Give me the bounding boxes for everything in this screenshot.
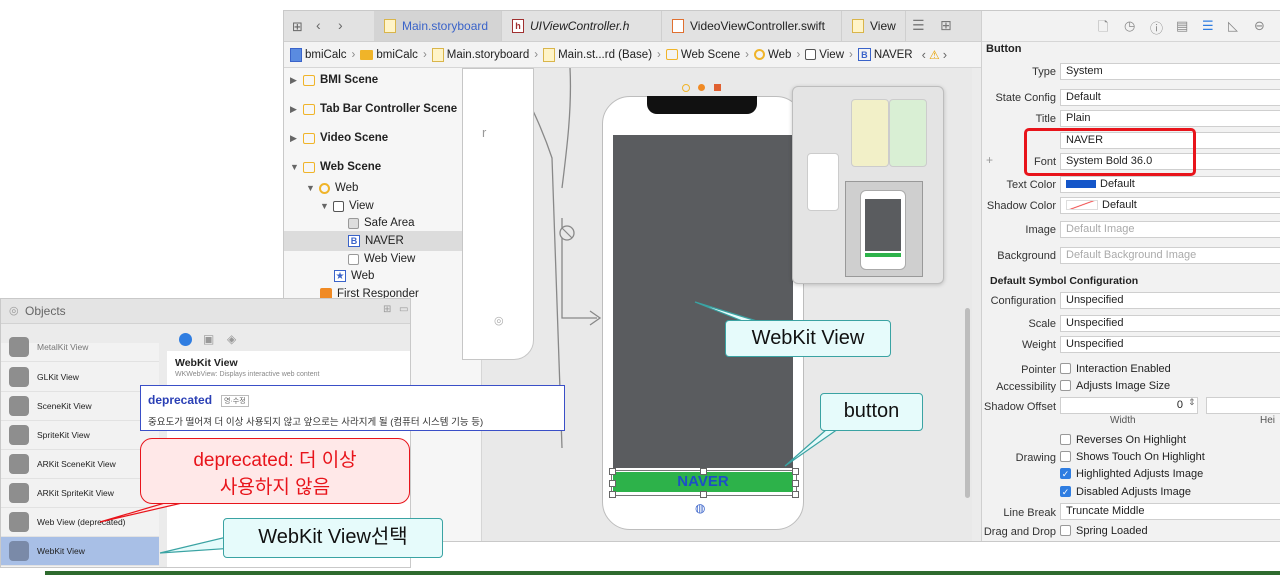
deprecated-callout: deprecated: 더 이상 사용하지 않음 [140, 438, 410, 504]
webkit-select-callout: WebKit View선택 [223, 518, 443, 558]
button-callout: button [820, 393, 923, 431]
footer-divider [45, 571, 1280, 575]
webkit-view-callout: WebKit View [725, 320, 891, 357]
